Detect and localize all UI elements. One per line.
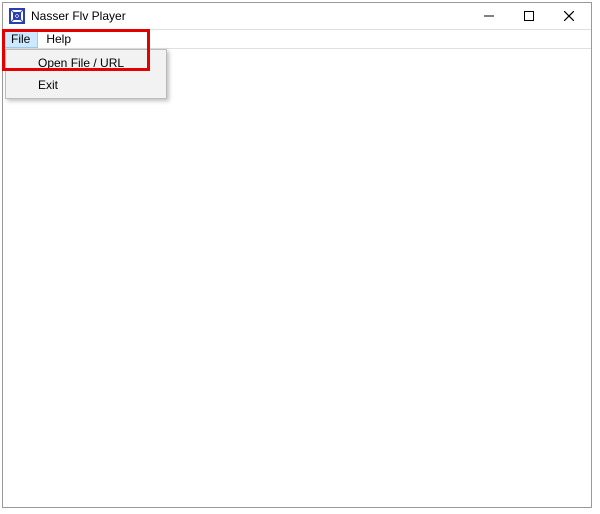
menu-exit[interactable]: Exit <box>8 74 164 96</box>
maximize-icon <box>524 11 534 21</box>
menu-file[interactable]: File <box>3 30 38 48</box>
window-controls <box>469 3 589 29</box>
window-title: Nasser Flv Player <box>29 9 469 23</box>
file-dropdown: Open File / URL Exit <box>5 49 167 99</box>
minimize-button[interactable] <box>469 3 509 29</box>
menu-exit-label: Exit <box>38 78 58 92</box>
menu-open-file-url[interactable]: Open File / URL <box>8 52 164 74</box>
menu-open-file-url-label: Open File / URL <box>38 56 124 70</box>
menu-help[interactable]: Help <box>38 30 79 48</box>
close-icon <box>564 11 574 21</box>
app-icon <box>9 8 25 24</box>
menu-help-label: Help <box>46 32 71 46</box>
minimize-icon <box>484 11 494 21</box>
menu-file-label: File <box>11 32 30 46</box>
content-area <box>3 49 591 507</box>
close-button[interactable] <box>549 3 589 29</box>
app-window: Nasser Flv Player File <box>2 2 592 508</box>
menubar: File Help <box>3 29 591 49</box>
maximize-button[interactable] <box>509 3 549 29</box>
titlebar[interactable]: Nasser Flv Player <box>3 3 591 29</box>
